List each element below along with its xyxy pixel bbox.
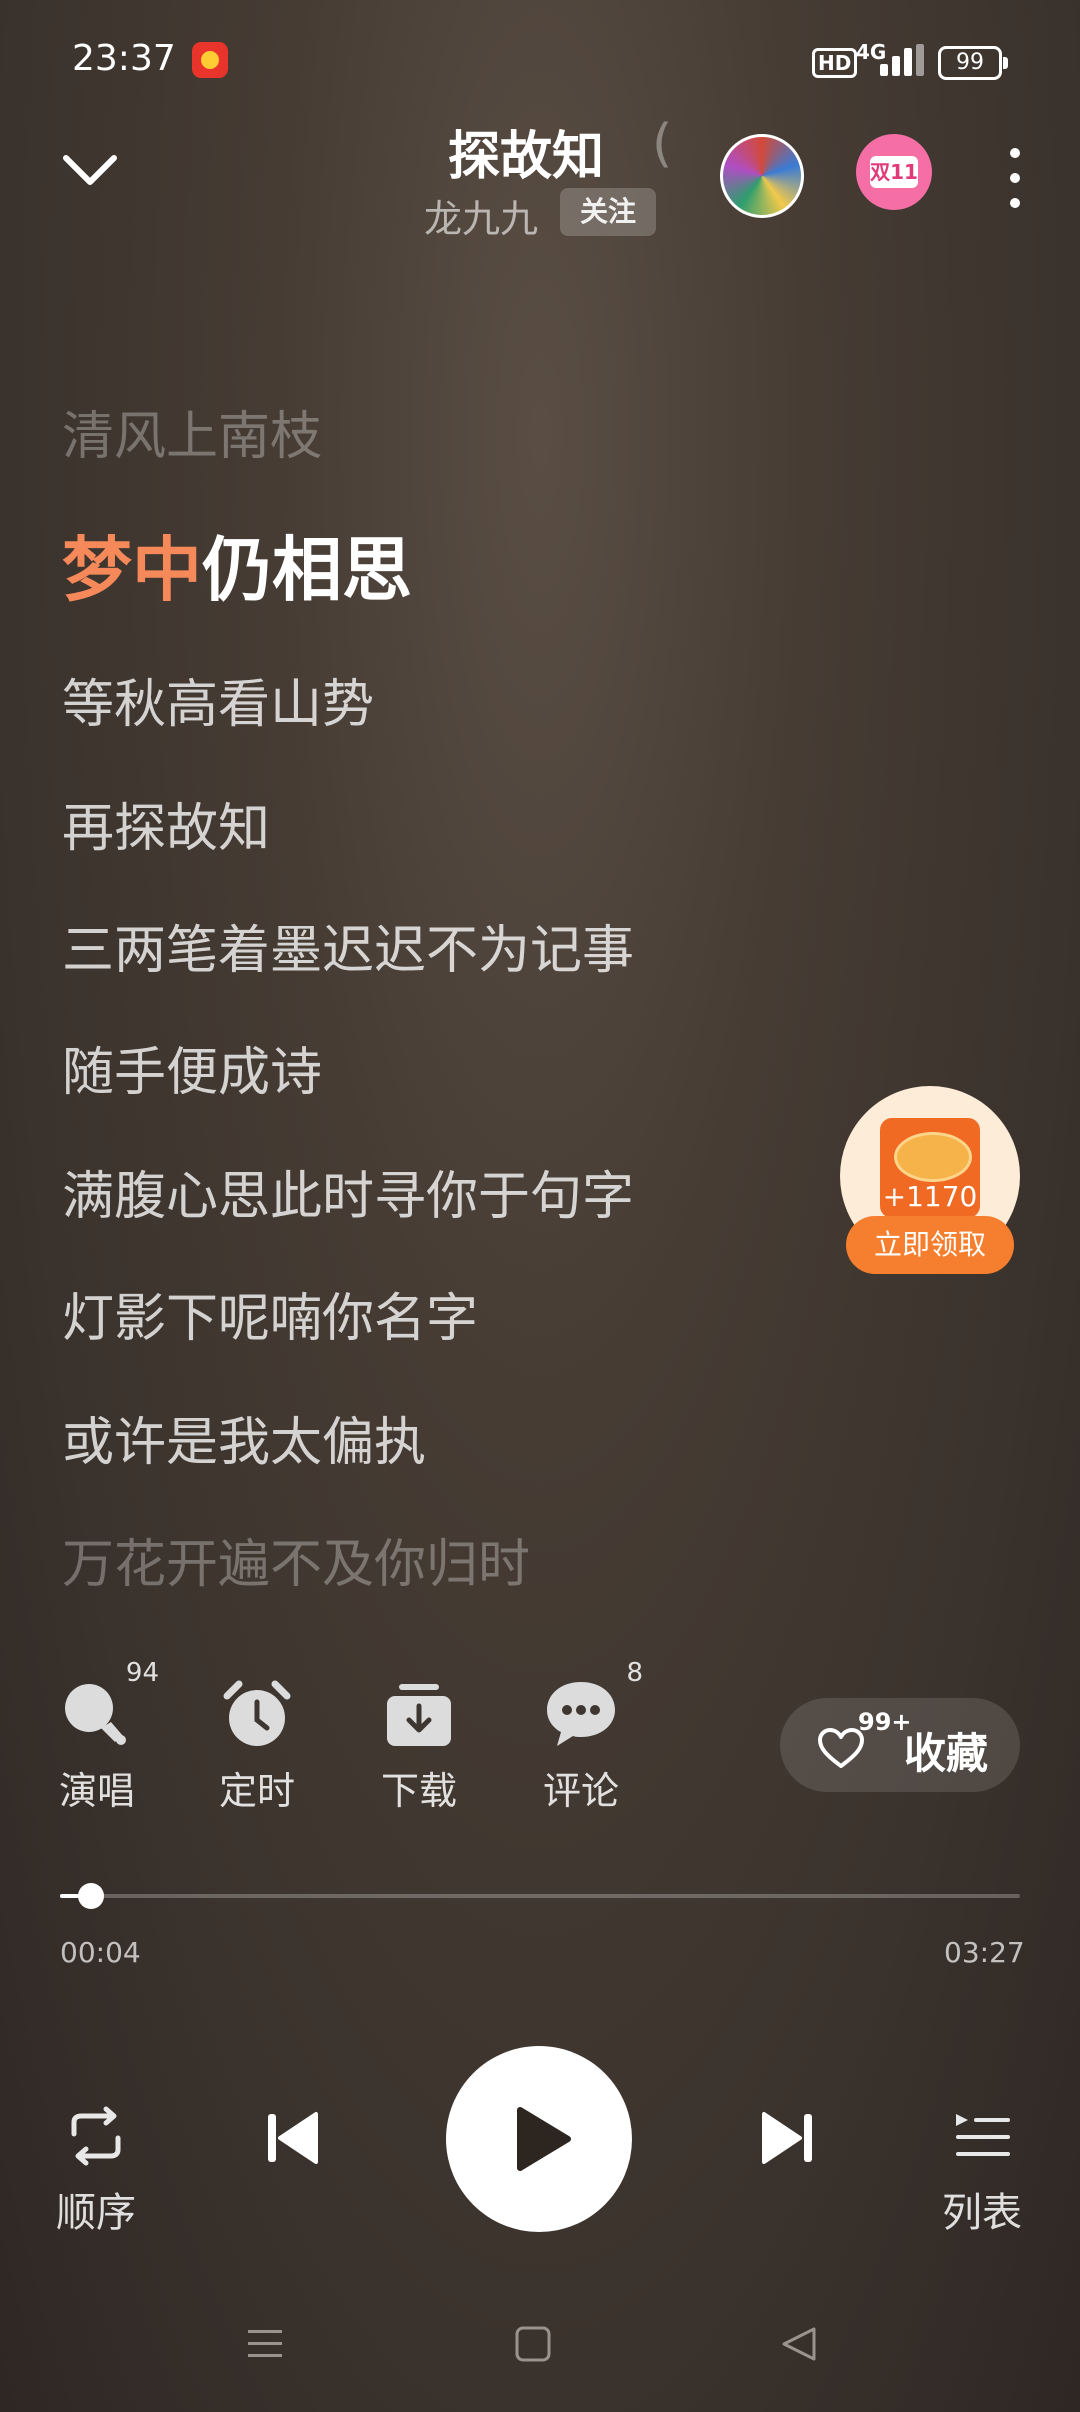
battery-indicator: 99 [938, 46, 1008, 80]
alarm-clock-icon [223, 1680, 291, 1746]
comment-count: 8 [626, 1658, 643, 1688]
album-cover-avatar[interactable] [720, 134, 804, 218]
lyric-current-rest: 仍相思 [202, 529, 412, 611]
current-time: 00:04 [60, 1936, 141, 1969]
playlist-label[interactable]: 列表 [942, 2180, 1022, 2238]
repeat-order-icon[interactable] [64, 2106, 128, 2166]
lyric-line[interactable]: 满腹心思此时寻你于句字 [62, 1154, 634, 1229]
home-nav-icon[interactable] [514, 2326, 552, 2362]
reward-amount: +1170 [882, 1180, 978, 1213]
download-button[interactable]: 下载 [364, 1674, 474, 1815]
previous-track-icon[interactable] [262, 2108, 322, 2168]
lyric-line[interactable]: 或许是我太偏执 [62, 1400, 426, 1475]
song-title: 探故知 [448, 127, 605, 187]
comment-button[interactable]: 8 评论 [526, 1658, 643, 1815]
sing-button[interactable]: 94 演唱 [42, 1658, 159, 1815]
comment-label: 评论 [542, 1769, 619, 1813]
lyric-line[interactable]: 再探故知 [62, 786, 270, 861]
download-label: 下载 [380, 1769, 457, 1813]
gold-coin-icon [894, 1132, 972, 1182]
lyric-current-sung: 梦中 [62, 529, 202, 611]
notification-app-icon [192, 42, 228, 78]
play-order-label[interactable]: 顺序 [56, 2180, 136, 2238]
timer-label: 定时 [218, 1769, 295, 1813]
signal-icon [870, 44, 924, 76]
song-title-overflow: ( [652, 114, 673, 174]
status-time: 23:37 [72, 38, 176, 79]
lyric-line[interactable]: 灯影下呢喃你名字 [62, 1276, 478, 1351]
favorite-label: 收藏 [904, 1729, 989, 1778]
lyric-line-next[interactable]: 万花开遍不及你归时 [62, 1522, 530, 1597]
play-button[interactable] [446, 2046, 632, 2232]
more-menu-icon[interactable] [1008, 148, 1020, 208]
lyric-line-current[interactable]: 梦中仍相思 [62, 514, 412, 615]
sing-label: 演唱 [58, 1769, 135, 1813]
download-icon [387, 1684, 451, 1746]
lyric-line-previous[interactable]: 清风上南枝 [62, 394, 322, 469]
lyric-line[interactable]: 三两笔着墨迟迟不为记事 [62, 908, 634, 983]
sing-count: 94 [125, 1658, 159, 1688]
lyric-line[interactable]: 随手便成诗 [62, 1030, 322, 1105]
progress-knob[interactable] [78, 1883, 104, 1909]
back-nav-icon[interactable] [780, 2326, 818, 2362]
progress-slider[interactable] [60, 1883, 1020, 1909]
next-track-icon[interactable] [758, 2108, 818, 2168]
promo-badge-label: 双11 [870, 156, 918, 188]
total-time: 03:27 [944, 1936, 1025, 1969]
lyric-line[interactable]: 等秋高看山势 [62, 662, 374, 737]
artist-name[interactable]: 龙九九 [424, 188, 538, 243]
play-icon [517, 2107, 571, 2171]
comment-bubble-icon [547, 1682, 615, 1746]
claim-reward-button[interactable]: 立即领取 [846, 1216, 1014, 1274]
menu-nav-icon[interactable] [246, 2326, 284, 2362]
double11-promo-icon[interactable]: 双11 [856, 134, 932, 210]
hd-badge: HD [812, 48, 858, 78]
reward-gift-icon: +1170 [880, 1118, 980, 1218]
playlist-icon[interactable] [954, 2112, 1012, 2162]
collapse-chevron-icon[interactable] [60, 148, 120, 192]
favorite-button[interactable]: 99+ 收藏 [780, 1698, 1020, 1792]
timer-button[interactable]: 定时 [202, 1674, 312, 1815]
follow-button[interactable]: 关注 [560, 188, 656, 236]
